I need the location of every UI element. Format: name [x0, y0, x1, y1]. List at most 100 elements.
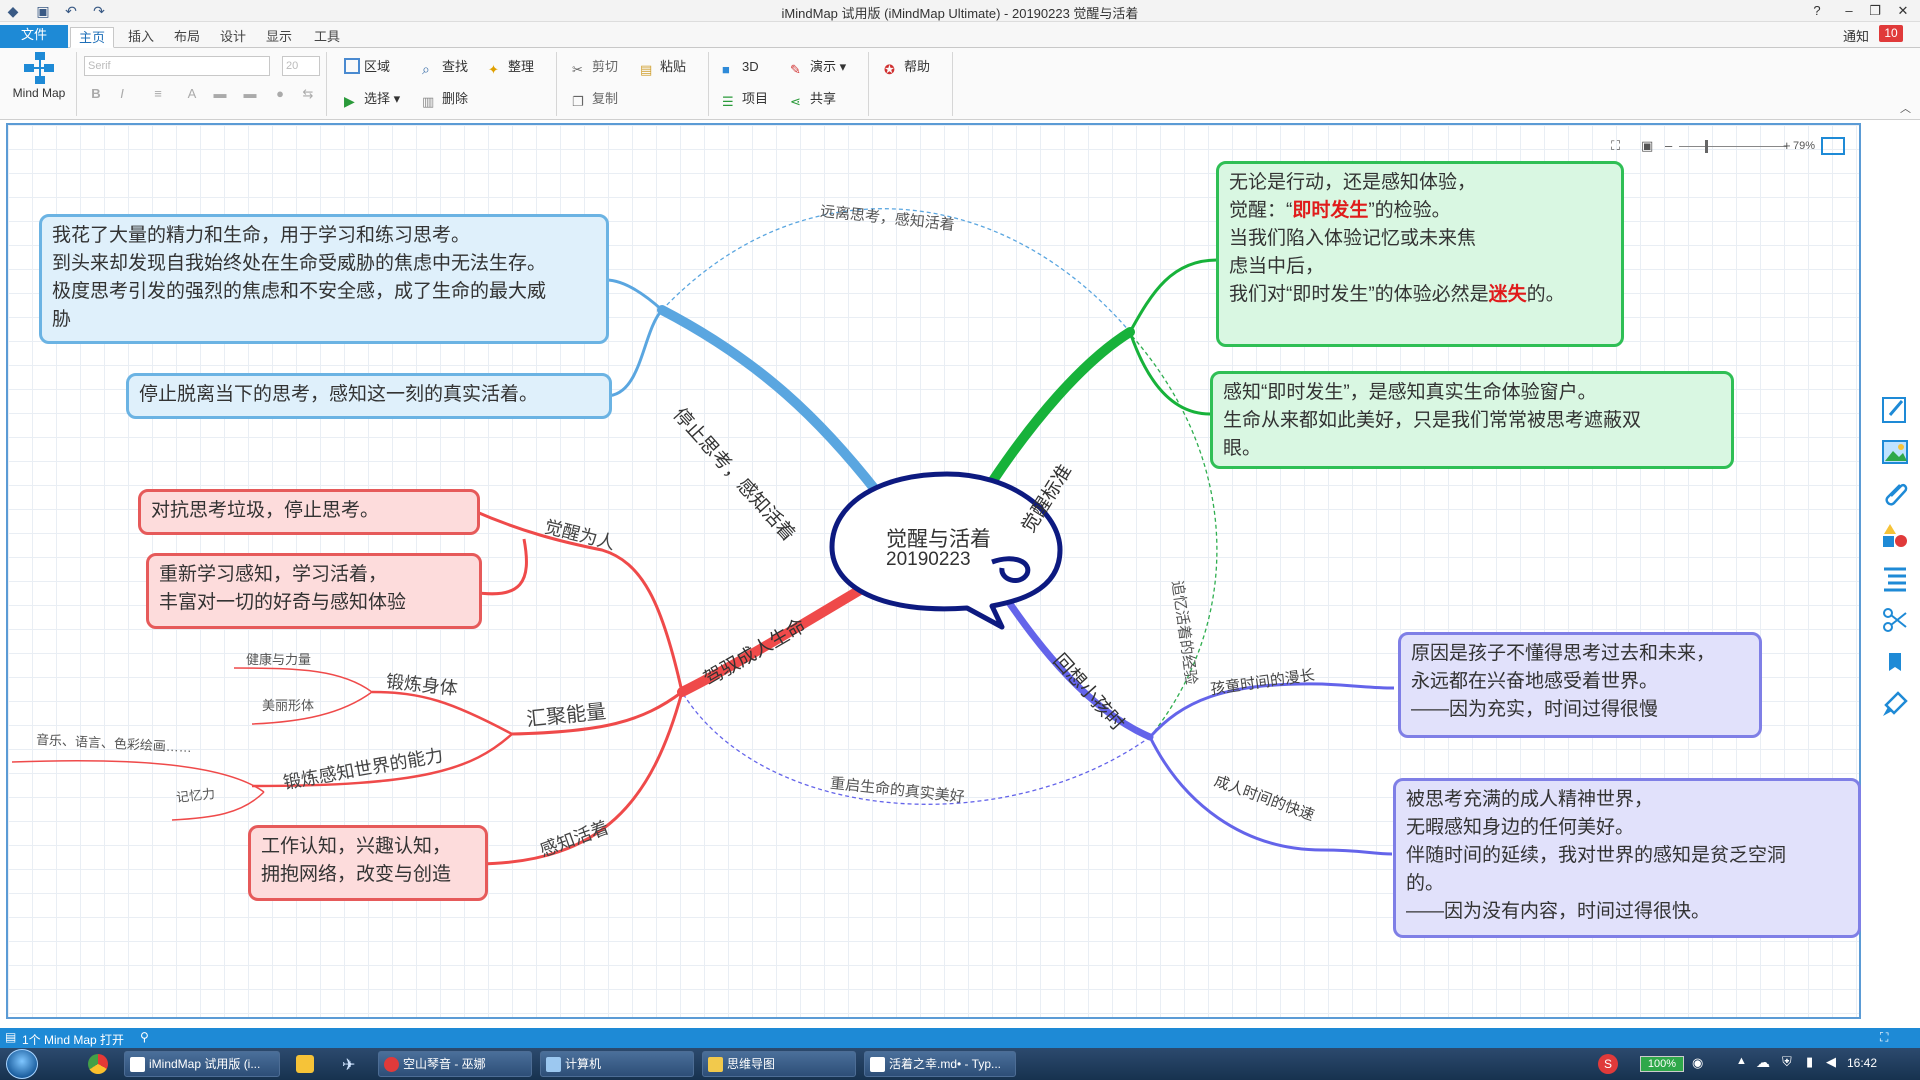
attachment-icon[interactable] — [1880, 479, 1910, 509]
font-family-select[interactable]: Serif — [84, 56, 270, 76]
bird-icon[interactable]: ✈ — [342, 1055, 360, 1074]
select-label: 选择 — [364, 91, 391, 106]
area-label: 区域 — [364, 59, 391, 74]
node-red-relearn[interactable]: 重新学习感知，学习活着， 丰富对一切的好奇与感知体验 — [146, 553, 482, 629]
node-red-stop[interactable]: 对抗思考垃圾，停止思考。 — [138, 489, 480, 535]
node-purple-adult[interactable]: 被思考充满的成人精神世界， 无暇感知身边的任何美好。 伴随时间的延续，我对世界的… — [1393, 778, 1861, 938]
computer-icon — [546, 1057, 561, 1072]
fit-screen-icon[interactable]: ⛶ — [1611, 138, 1620, 154]
folder-icon — [708, 1057, 723, 1072]
network-icon[interactable]: ▮ — [1806, 1054, 1813, 1070]
help-label: 帮助 — [904, 59, 931, 74]
mindmap-button[interactable]: Mind Map — [8, 50, 70, 116]
zoom-in-icon[interactable]: + — [1783, 138, 1791, 153]
text-color-icon[interactable]: A — [184, 86, 200, 102]
arrange-button[interactable]: ✦ 整理 — [488, 56, 534, 78]
zoom-out-icon[interactable]: – — [1665, 138, 1672, 153]
notification-badge[interactable]: 10 — [1879, 25, 1903, 42]
cursor-icon: ▶ — [344, 93, 355, 109]
app-yellow-icon[interactable] — [296, 1055, 314, 1073]
task-mindmap-folder[interactable]: 思维导图 — [702, 1051, 856, 1077]
clock[interactable]: 16:42 — [1847, 1056, 1877, 1070]
cloud-icon[interactable]: ☁ — [1756, 1054, 1770, 1071]
shapes-icon[interactable] — [1880, 521, 1910, 551]
zoom-slider-handle[interactable] — [1705, 140, 1708, 153]
node-green-immediate[interactable]: 无论是行动，还是感知体验， 觉醒：“即时发生”的检验。 当我们陷入体验记忆或未来… — [1216, 161, 1624, 347]
node-blue-stop-thinking[interactable]: 停止脱离当下的思考，感知这一刻的真实活着。 — [126, 373, 612, 419]
windows-taskbar: iMindMap 试用版 (i... ✈ 空山琴音 - 巫娜 计算机 思维导图 … — [0, 1048, 1920, 1080]
tab-file[interactable]: 文件 — [0, 25, 68, 48]
pin-icon[interactable]: ⚲ — [140, 1030, 149, 1044]
font-size-select[interactable]: 20 — [282, 56, 320, 76]
paste-button[interactable]: ▤ 粘贴 — [640, 56, 686, 78]
delete-button[interactable]: ▥ 删除 — [422, 88, 468, 110]
share-button[interactable]: ⋖ 共享 — [790, 88, 836, 110]
mindmap-canvas[interactable]: 觉醒与活着 20190223 停止思考，感知活着 觉醒标准 回想小孩时 驾驭成人… — [6, 123, 1861, 1019]
help-icon[interactable]: ? — [1806, 1, 1828, 21]
present-button[interactable]: ✎ 演示 ▾ — [790, 56, 846, 78]
area-button[interactable]: 区域 — [344, 56, 390, 78]
tab-layout[interactable]: 布局 — [166, 27, 208, 48]
collapse-ribbon-icon[interactable]: ︿ — [1900, 100, 1911, 116]
tab-view[interactable]: 显示 — [258, 27, 300, 48]
tag-icon[interactable] — [1880, 647, 1910, 677]
copy-button[interactable]: ❐ 复制 — [572, 88, 618, 110]
select-button[interactable]: ▶ 选择 ▾ — [344, 88, 400, 110]
bold-icon[interactable]: B — [88, 86, 104, 102]
notification-label[interactable]: 通知 — [1843, 26, 1869, 45]
tab-tools[interactable]: 工具 — [306, 27, 348, 48]
format-brush-icon[interactable] — [1880, 689, 1910, 719]
threed-button[interactable]: ■ 3D — [722, 56, 759, 78]
format-painter-icon[interactable]: ⇆ — [300, 86, 316, 102]
fullscreen-icon[interactable]: ⛶ — [1880, 1030, 1888, 1045]
node-purple-child[interactable]: 原因是孩子不懂得思考过去和未来， 永远都在兴奋地感受着世界。 ——因为充实，时间… — [1398, 632, 1762, 738]
zoom-level: 79% — [1793, 140, 1816, 152]
task-music-label: 空山琴音 - 巫娜 — [403, 1057, 486, 1071]
zoom-slider[interactable] — [1679, 146, 1787, 147]
label-health[interactable]: 健康与力量 — [246, 649, 311, 668]
outline-icon[interactable] — [1880, 563, 1910, 593]
minimize-icon[interactable]: – — [1838, 1, 1860, 21]
label-beauty[interactable]: 美丽形体 — [262, 695, 314, 714]
help-button[interactable]: ✪ 帮助 — [884, 56, 930, 78]
start-button[interactable] — [6, 1049, 38, 1079]
node-red-work[interactable]: 工作认知，兴趣认知， 拥抱网络，改变与创造 — [248, 825, 488, 901]
tab-home[interactable]: 主页 — [70, 27, 115, 48]
task-music[interactable]: 空山琴音 - 巫娜 — [378, 1051, 532, 1077]
close-icon[interactable]: ✕ — [1892, 1, 1914, 21]
scissors-tool-icon[interactable] — [1880, 605, 1910, 635]
find-button[interactable]: ⌕ 查找 — [422, 56, 468, 78]
task-computer[interactable]: 计算机 — [540, 1051, 694, 1077]
align-icon[interactable]: ≡ — [150, 86, 166, 102]
sogou-input-icon[interactable]: S — [1598, 1054, 1618, 1074]
task-typora[interactable]: 活着之幸.md• - Typ... — [864, 1051, 1016, 1077]
panel-toggle-icon[interactable] — [1821, 137, 1845, 155]
find-label: 查找 — [442, 59, 469, 74]
notes-icon[interactable] — [1880, 395, 1910, 425]
zoom-toolbar: ⛶ ▣ – + 79% — [1605, 137, 1855, 157]
broom-icon: ✦ — [488, 62, 499, 77]
chrome-icon[interactable] — [88, 1054, 108, 1074]
tab-insert[interactable]: 插入 — [120, 27, 162, 48]
battery-indicator[interactable]: 100% — [1640, 1056, 1684, 1072]
central-date[interactable]: 20190223 — [886, 549, 971, 571]
tray-app-icon[interactable]: ◉ — [1692, 1055, 1703, 1071]
image-icon[interactable] — [1880, 437, 1910, 467]
overview-icon[interactable]: ▣ — [1641, 138, 1653, 154]
task-imindmap[interactable]: iMindMap 试用版 (i... — [124, 1051, 280, 1077]
fill-color-icon[interactable]: ▬ — [212, 86, 228, 102]
tray-expand-icon[interactable]: ▲ — [1736, 1055, 1747, 1067]
tab-design[interactable]: 设计 — [212, 27, 254, 48]
shape-icon[interactable]: ● — [272, 86, 288, 102]
project-button[interactable]: ☰ 项目 — [722, 88, 768, 110]
label-memory[interactable]: 记忆力 — [175, 783, 216, 806]
node-blue-thinking-cost[interactable]: 我花了大量的精力和生命，用于学习和练习思考。 到头来却发现自我始终处在生命受威胁… — [39, 214, 609, 344]
security-icon[interactable]: ⛨ — [1782, 1054, 1792, 1070]
italic-icon[interactable]: I — [114, 86, 130, 102]
volume-icon[interactable]: ◀ — [1826, 1054, 1836, 1070]
node-green-window[interactable]: 感知“即时发生”，是感知真实生命体验窗户。 生命从来都如此美好，只是我们常常被思… — [1210, 371, 1734, 469]
cut-button[interactable]: ✂ 剪切 — [572, 56, 618, 78]
restore-icon[interactable]: ❐ — [1864, 1, 1886, 21]
line-color-icon[interactable]: ▬ — [242, 86, 258, 102]
present-label: 演示 — [810, 59, 837, 74]
